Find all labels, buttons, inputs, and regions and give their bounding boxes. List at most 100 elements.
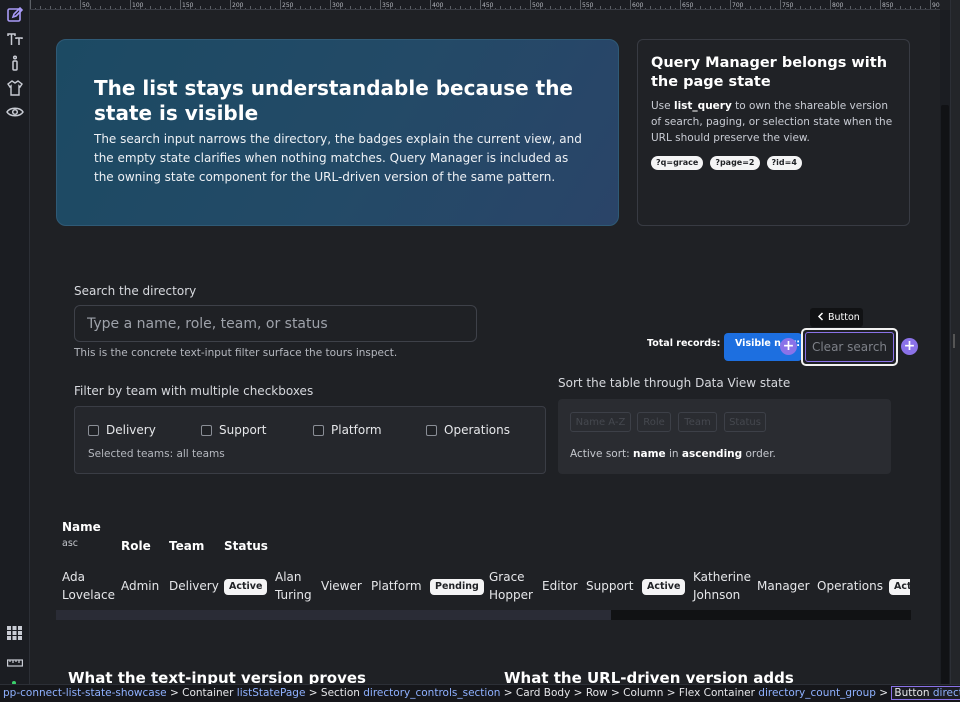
- page-canvas: The list stays understandable because th…: [30, 10, 940, 684]
- breadcrumb: pp-connect-list-state-showcase > Contain…: [0, 684, 960, 702]
- checkbox-support[interactable]: Support: [201, 423, 266, 437]
- query-manager-body: Use list_query to own the shareable vers…: [651, 100, 893, 144]
- ruler-label: 400: [432, 2, 444, 9]
- ruler-label: 450: [482, 2, 494, 9]
- ruler-label: 600: [632, 2, 644, 9]
- ruler-label: 250: [282, 2, 294, 9]
- sort-role-button[interactable]: Role: [637, 412, 671, 432]
- add-after-icon[interactable]: +: [901, 338, 918, 355]
- ruler-label: 150: [182, 2, 194, 9]
- grid-icon[interactable]: [7, 625, 22, 644]
- breadcrumb-item[interactable]: Flex Container directory_count_group: [679, 687, 876, 699]
- cell-team: Operations: [817, 579, 883, 593]
- query-chip: ?q=grace: [651, 156, 704, 170]
- sort-direction: asc: [62, 538, 78, 549]
- add-before-icon[interactable]: +: [780, 338, 797, 355]
- ruler-label: 200: [232, 2, 244, 9]
- sort-group: Name A-Z Role Team Status Active sort: n…: [558, 399, 891, 474]
- chevron-left-icon: [817, 311, 824, 324]
- total-records-label: Total records:: [647, 338, 721, 349]
- team-filter-label: Filter by team with multiple checkboxes: [74, 384, 314, 398]
- column-header-name[interactable]: Name asc: [62, 520, 101, 549]
- cell-name: Katherine Johnson: [693, 570, 751, 602]
- ruler-icon[interactable]: [7, 652, 24, 671]
- eye-icon[interactable]: [6, 103, 24, 121]
- section-heading-url: What the URL-driven version adds: [504, 669, 794, 684]
- checkbox-delivery[interactable]: Delivery: [88, 423, 156, 437]
- query-manager-card: Query Manager belongs with the page stat…: [637, 39, 910, 226]
- search-hint: This is the concrete text-input filter s…: [74, 347, 398, 359]
- checkbox-box[interactable]: [201, 424, 212, 436]
- ruler-label: 850: [882, 2, 894, 9]
- edit-icon[interactable]: [6, 6, 24, 24]
- query-manager-title: Query Manager belongs with the page stat…: [651, 55, 888, 90]
- ruler-label: 650: [682, 2, 694, 9]
- sort-team-button[interactable]: Team: [678, 412, 717, 432]
- page-scroll-thumb[interactable]: [941, 105, 949, 685]
- info-icon[interactable]: [6, 54, 24, 72]
- query-chips: ?q=grace ?page=2 ?id=4: [651, 156, 896, 170]
- table-scroll-thumb[interactable]: [56, 610, 611, 620]
- ruler-label: 750: [782, 2, 794, 9]
- resize-handle[interactable]: [953, 334, 955, 348]
- breadcrumb-item-selected[interactable]: Button directory_clear_button: [891, 686, 960, 700]
- ruler-label: 550: [582, 2, 594, 9]
- top-ruler: 50 100 150 200 250 300 350 400 450 500 550 600 650 70…: [30, 0, 940, 10]
- query-chip: ?id=4: [766, 156, 802, 170]
- checkbox-operations[interactable]: Operations: [426, 423, 510, 437]
- status-badge: Pending: [430, 579, 484, 595]
- cell-role: Viewer: [321, 579, 362, 593]
- cell-name: Grace Hopper: [489, 570, 533, 602]
- column-header-role[interactable]: Role: [121, 539, 151, 553]
- ruler-label: 500: [532, 2, 544, 9]
- sort-label: Sort the table through Data View state: [558, 376, 791, 390]
- ruler-label: 50: [82, 2, 90, 9]
- ruler-label: 900: [932, 2, 940, 9]
- section-heading-text-input: What the text-input version proves: [68, 669, 366, 684]
- checkbox-box[interactable]: [426, 424, 437, 436]
- hero-card: The list stays understandable because th…: [56, 39, 619, 226]
- sort-status-button[interactable]: Status: [724, 412, 766, 432]
- selection-outline: Clear search: [801, 328, 898, 366]
- query-chip: ?page=2: [710, 156, 760, 170]
- team-filter-group: Delivery Support Platform Operations Sel…: [74, 406, 546, 474]
- text-size-icon[interactable]: [6, 30, 24, 48]
- cell-role: Editor: [542, 579, 578, 593]
- search-input[interactable]: [87, 315, 464, 332]
- column-header-status[interactable]: Status: [224, 539, 268, 553]
- ruler-label: 800: [832, 2, 844, 9]
- breadcrumb-item[interactable]: Section directory_controls_section: [321, 687, 501, 699]
- breadcrumb-item[interactable]: Row: [586, 687, 608, 699]
- checkbox-box[interactable]: [313, 424, 324, 436]
- cell-team: Support: [586, 579, 634, 593]
- breadcrumb-item[interactable]: Container listStatePage: [182, 687, 305, 699]
- sort-name-button[interactable]: Name A-Z: [570, 412, 631, 432]
- tooltip-label: Button: [828, 312, 860, 323]
- cell-team: Delivery: [169, 579, 219, 593]
- ruler-label: 700: [732, 2, 744, 9]
- checkbox-box[interactable]: [88, 424, 99, 436]
- breadcrumb-item[interactable]: Column: [623, 687, 663, 699]
- table-scrollbar[interactable]: [56, 610, 911, 620]
- breadcrumb-app[interactable]: pp-connect-list-state-showcase: [3, 687, 167, 699]
- page-scrollbar[interactable]: [940, 10, 950, 685]
- cell-name: Alan Turing: [275, 570, 312, 602]
- hero-body: The search input narrows the directory, …: [94, 132, 582, 184]
- panel-edge: [950, 0, 960, 684]
- cell-role: Admin: [121, 579, 160, 593]
- component-tooltip: Button: [810, 308, 863, 327]
- checkbox-platform[interactable]: Platform: [313, 423, 382, 437]
- ruler-label: 300: [332, 2, 344, 9]
- clear-search-button[interactable]: Clear search: [805, 332, 894, 362]
- column-header-team[interactable]: Team: [169, 539, 204, 553]
- ruler-label: 350: [382, 2, 394, 9]
- shirt-icon[interactable]: [6, 79, 24, 97]
- search-field[interactable]: [74, 305, 477, 342]
- breadcrumb-item[interactable]: Card Body: [516, 687, 570, 699]
- cell-role: Manager: [757, 579, 810, 593]
- active-sort-note: Active sort: name in ascending order.: [570, 448, 776, 460]
- status-badge: Active: [224, 579, 268, 595]
- selected-teams-note: Selected teams: all teams: [88, 448, 225, 460]
- left-toolbar: [0, 0, 30, 685]
- status-badge: Active: [642, 579, 686, 595]
